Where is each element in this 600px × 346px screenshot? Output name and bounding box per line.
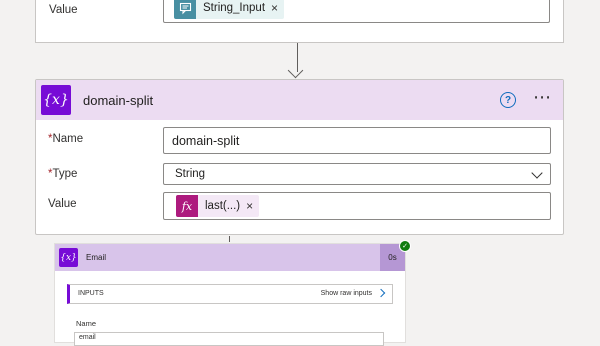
action-card-header[interactable]: {x} domain-split ? ⋯ — [36, 80, 563, 120]
name-label-text: Name — [52, 133, 84, 145]
type-label: *Type — [48, 168, 77, 180]
token-label: last(...) — [205, 200, 241, 212]
inputs-heading: INPUTS — [78, 290, 104, 297]
domain-split-action-card[interactable]: {x} domain-split ? ⋯ *Name domain-split … — [35, 79, 564, 235]
show-raw-inputs-link[interactable]: Show raw inputs — [321, 290, 372, 297]
chat-input-icon — [174, 0, 196, 19]
previous-action-card: Value String_Input × — [35, 0, 564, 43]
type-select-value: String — [175, 168, 206, 180]
run-name-value: email — [74, 332, 384, 346]
run-card-header[interactable]: {x} Email 0s — [55, 244, 405, 271]
action-title: domain-split — [83, 93, 154, 108]
name-input[interactable]: domain-split — [163, 127, 551, 154]
run-connector-line — [229, 236, 230, 242]
chevron-down-icon — [531, 167, 543, 179]
success-check-icon: ✓ — [399, 240, 411, 252]
run-name-label: Name — [76, 319, 97, 328]
type-label-text: Type — [52, 168, 78, 180]
name-label: *Name — [48, 133, 83, 145]
value-field[interactable]: fx last(...) × — [163, 192, 551, 220]
variable-icon: {x} — [59, 248, 78, 267]
value-label: Value — [49, 4, 78, 16]
token-label: String_Input — [203, 2, 266, 14]
email-action-run-card[interactable]: {x} Email 0s INPUTS Show raw inputs Name… — [54, 243, 406, 346]
more-options-icon[interactable]: ⋯ — [533, 87, 552, 108]
type-select[interactable]: String — [163, 163, 551, 185]
remove-token-icon[interactable]: × — [246, 199, 259, 213]
remove-token-icon[interactable]: × — [271, 1, 284, 15]
value-label: Value — [48, 198, 77, 210]
string-input-token[interactable]: String_Input × — [174, 0, 285, 19]
chevron-right-icon[interactable] — [376, 288, 386, 298]
name-input-value: domain-split — [172, 134, 240, 148]
expression-token[interactable]: fx last(...) × — [176, 195, 260, 217]
variable-icon: {x} — [41, 85, 71, 115]
help-icon[interactable]: ? — [500, 92, 516, 108]
inputs-section[interactable]: INPUTS Show raw inputs — [67, 284, 393, 304]
flow-arrow-down-icon — [287, 62, 304, 79]
run-action-title: Email — [86, 253, 107, 262]
function-icon: fx — [176, 195, 198, 217]
value-field[interactable]: String_Input × — [163, 0, 550, 23]
